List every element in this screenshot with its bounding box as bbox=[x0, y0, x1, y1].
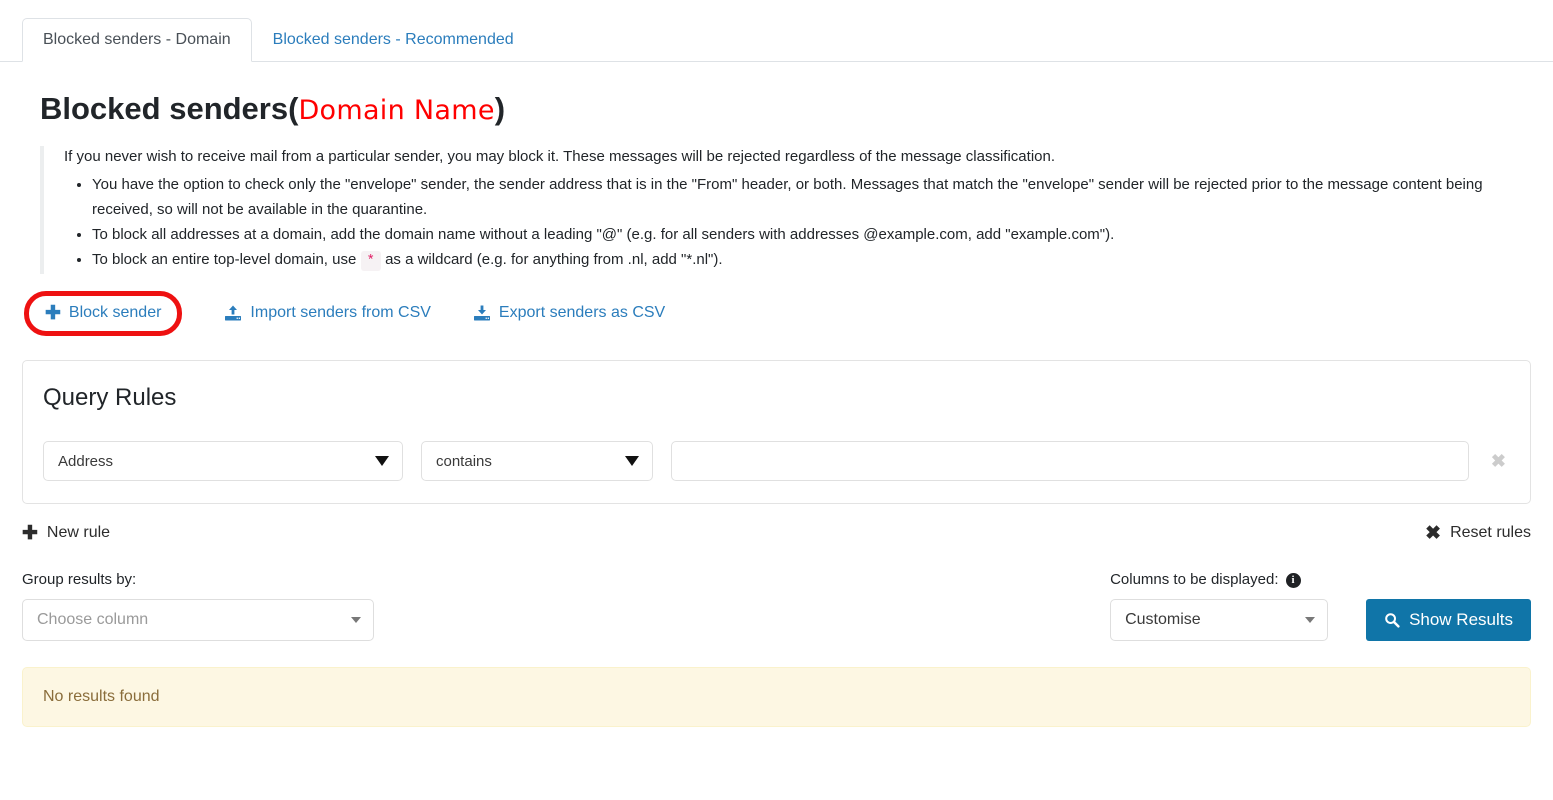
paren-open: ( bbox=[288, 91, 299, 126]
help-bullet-wildcard: To block an entire top-level domain, use… bbox=[92, 247, 1520, 274]
search-icon bbox=[1384, 612, 1400, 628]
help-wildcard-prefix: To block an entire top-level domain, use bbox=[92, 251, 357, 268]
help-blockquote: If you never wish to receive mail from a… bbox=[40, 146, 1520, 274]
no-results-alert: No results found bbox=[22, 667, 1531, 727]
rule-field-value: Address bbox=[58, 452, 114, 470]
plus-icon: ✚ bbox=[22, 522, 38, 544]
right-controls-group: Columns to be displayed: i Customise Sho… bbox=[1110, 570, 1531, 641]
query-rules-title: Query Rules bbox=[43, 384, 177, 411]
download-icon bbox=[473, 304, 491, 322]
no-results-message: No results found bbox=[43, 688, 160, 705]
block-sender-button[interactable]: ✚ Block sender bbox=[45, 304, 161, 323]
export-senders-csv-button[interactable]: Export senders as CSV bbox=[473, 304, 665, 322]
group-results-select[interactable]: Choose column bbox=[22, 599, 374, 641]
block-sender-label: Block sender bbox=[68, 304, 162, 321]
columns-displayed-label-text: Columns to be displayed: bbox=[1110, 571, 1279, 588]
tab-label: Blocked senders - Recommended bbox=[272, 31, 514, 48]
help-intro: If you never wish to receive mail from a… bbox=[64, 148, 1056, 165]
group-results-value: Choose column bbox=[37, 611, 149, 628]
rule-operator-value: contains bbox=[436, 452, 492, 470]
columns-displayed-label: Columns to be displayed: i bbox=[1110, 570, 1328, 590]
help-bullet-list: You have the option to check only the "e… bbox=[64, 172, 1520, 274]
tab-label: Blocked senders - Domain bbox=[43, 31, 231, 48]
plus-icon: ✚ bbox=[45, 302, 61, 324]
show-results-label: Show Results bbox=[1409, 610, 1513, 629]
columns-displayed-value: Customise bbox=[1125, 611, 1201, 628]
info-icon[interactable]: i bbox=[1285, 572, 1301, 588]
chevron-down-icon bbox=[375, 456, 389, 466]
rule-operator-select[interactable]: contains bbox=[421, 441, 653, 481]
columns-displayed-select[interactable]: Customise bbox=[1110, 599, 1329, 641]
tab-strip: Blocked senders - Domain Blocked senders… bbox=[0, 0, 1553, 62]
remove-rule-icon[interactable]: ✖ bbox=[1487, 451, 1510, 472]
show-results-button[interactable]: Show Results bbox=[1366, 599, 1531, 641]
group-results-group: Group results by: Choose column bbox=[22, 570, 374, 641]
cross-icon: ✖ bbox=[1425, 522, 1442, 544]
tab-blocked-senders-recommended[interactable]: Blocked senders - Recommended bbox=[252, 18, 535, 62]
tab-blocked-senders-domain[interactable]: Blocked senders - Domain bbox=[22, 18, 252, 62]
query-rules-card: Query Rules Address contains ✖ bbox=[22, 360, 1531, 504]
reset-rules-button[interactable]: ✖ Reset rules bbox=[1425, 524, 1531, 543]
chevron-down-icon bbox=[1305, 617, 1316, 623]
help-wildcard-suffix: as a wildcard (e.g. for anything from .n… bbox=[385, 251, 723, 268]
columns-displayed-group: Columns to be displayed: i Customise bbox=[1110, 570, 1329, 641]
results-controls-row: Group results by: Choose column Columns … bbox=[22, 570, 1531, 641]
rules-actions-row: ✚ New rule ✖ Reset rules bbox=[22, 518, 1531, 548]
chevron-down-icon bbox=[625, 456, 639, 466]
export-senders-csv-label: Export senders as CSV bbox=[498, 304, 666, 321]
action-links-row: ✚ Block sender Import senders from CSV E… bbox=[24, 290, 1553, 336]
paren-close: ) bbox=[494, 91, 506, 126]
block-sender-highlight: ✚ Block sender bbox=[24, 290, 183, 336]
new-rule-button[interactable]: ✚ New rule bbox=[22, 524, 110, 543]
help-bullet-envelope: You have the option to check only the "e… bbox=[92, 172, 1520, 222]
wildcard-code: * bbox=[360, 251, 381, 271]
reset-rules-label: Reset rules bbox=[1450, 524, 1531, 541]
new-rule-label: New rule bbox=[46, 524, 111, 541]
import-senders-csv-button[interactable]: Import senders from CSV bbox=[224, 304, 431, 322]
query-rule-row: Address contains ✖ bbox=[43, 441, 1510, 481]
rule-value-input[interactable] bbox=[671, 441, 1469, 481]
chevron-down-icon bbox=[351, 617, 361, 623]
upload-icon bbox=[224, 304, 242, 322]
group-results-label-text: Group results by: bbox=[22, 571, 137, 588]
domain-name: Domain Name bbox=[298, 95, 495, 126]
page-title: Blocked senders(Domain Name) bbox=[40, 90, 1553, 130]
import-senders-csv-label: Import senders from CSV bbox=[250, 304, 431, 321]
group-results-label: Group results by: bbox=[22, 570, 374, 590]
rule-field-select[interactable]: Address bbox=[43, 441, 403, 481]
page-title-main: Blocked senders bbox=[40, 91, 289, 126]
help-bullet-domain: To block all addresses at a domain, add … bbox=[92, 222, 1520, 247]
